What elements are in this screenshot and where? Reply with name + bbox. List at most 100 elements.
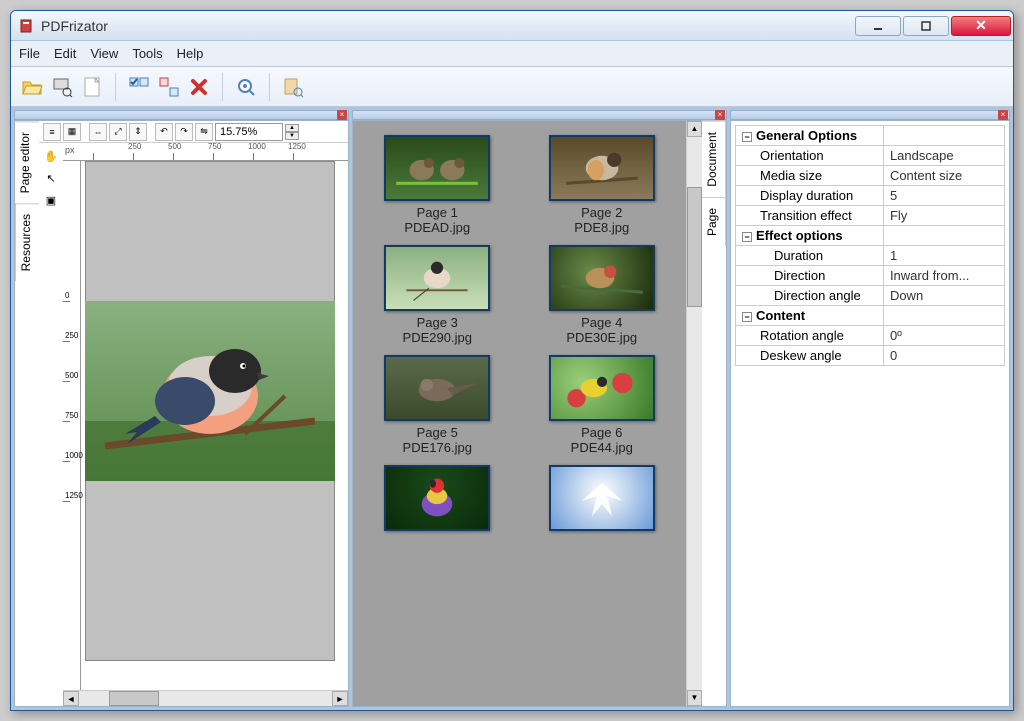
canvas-image[interactable]	[85, 301, 335, 481]
thumbnail-1[interactable]: Page 1 PDEAD.jpg	[384, 135, 490, 235]
zoom-input[interactable]	[215, 123, 283, 141]
mid-sidetabs: Document Page	[702, 121, 726, 706]
prop-rot-val[interactable]: 0º	[883, 326, 1004, 346]
prop-deskew-val[interactable]: 0	[883, 346, 1004, 366]
select-all-button[interactable]	[126, 74, 152, 100]
close-panel-icon[interactable]: ×	[715, 110, 725, 120]
properties-panel: × −General Options OrientationLandscape …	[730, 110, 1010, 707]
page-editor-panel: × Page editor Resources ≡ ▦ ⇔ ⤢ ⇕ ↶	[14, 110, 349, 707]
menu-edit[interactable]: Edit	[54, 46, 76, 61]
titlebar[interactable]: PDFrizator ✕	[11, 11, 1013, 41]
thumbnail-8[interactable]	[549, 465, 655, 535]
editor-tool-2[interactable]: ▦	[63, 123, 81, 141]
properties-table: −General Options OrientationLandscape Me…	[735, 125, 1005, 366]
collapse-icon[interactable]: −	[742, 312, 752, 322]
editor-area: ≡ ▦ ⇔ ⤢ ⇕ ↶ ↷ ⇋ ▲▼	[39, 121, 348, 706]
rotate-left-button[interactable]: ↶	[155, 123, 173, 141]
prop-dur-val[interactable]: 1	[883, 246, 1004, 266]
preview-button[interactable]	[233, 74, 259, 100]
prop-dir-key: Direction	[736, 266, 884, 286]
left-sidetabs: Page editor Resources	[15, 121, 39, 706]
zoom-spinner[interactable]: ▲▼	[285, 124, 299, 140]
editor-toolbar: ≡ ▦ ⇔ ⤢ ⇕ ↶ ↷ ⇋ ▲▼	[39, 121, 348, 143]
panel-header[interactable]: ×	[352, 110, 727, 120]
collapse-icon[interactable]: −	[742, 232, 752, 242]
deselect-button[interactable]	[156, 74, 182, 100]
prop-mediasize-val[interactable]: Content size	[883, 166, 1004, 186]
thumbnail-2[interactable]: Page 2 PDE8.jpg	[549, 135, 655, 235]
tab-page-editor[interactable]: Page editor	[15, 121, 39, 203]
ruler-vertical: 0 250 500 750 1000 1250	[63, 161, 81, 690]
prop-rot-key: Rotation angle	[736, 326, 884, 346]
prop-dur-key: Duration	[736, 246, 884, 266]
tab-document[interactable]: Document	[702, 121, 726, 197]
titlebar-title: PDFrizator	[41, 18, 108, 34]
flip-button[interactable]: ⇋	[195, 123, 213, 141]
open-folder-button[interactable]	[19, 74, 45, 100]
main-toolbar	[11, 67, 1013, 107]
scroll-up-icon[interactable]: ▲	[687, 121, 702, 137]
thumbnail-4[interactable]: Page 4 PDE30E.jpg	[549, 245, 655, 345]
delete-button[interactable]	[186, 74, 212, 100]
thumbnail-3[interactable]: Page 3 PDE290.jpg	[384, 245, 490, 345]
editor-left-tools: ✋ ↖ ▣	[39, 143, 63, 706]
rotate-right-button[interactable]: ↷	[175, 123, 193, 141]
prop-dispdur-key: Display duration	[736, 186, 884, 206]
menu-view[interactable]: View	[90, 46, 118, 61]
close-panel-icon[interactable]: ×	[998, 110, 1008, 120]
menu-tools[interactable]: Tools	[132, 46, 162, 61]
menu-file[interactable]: File	[19, 46, 40, 61]
hscroll[interactable]: ◄ ►	[63, 690, 348, 706]
prop-dirang-val[interactable]: Down	[883, 286, 1004, 306]
prop-orientation-val[interactable]: Landscape	[883, 146, 1004, 166]
editor-tool-1[interactable]: ≡	[43, 123, 61, 141]
menubar: File Edit View Tools Help	[11, 41, 1013, 67]
fit-width-button[interactable]: ⇔	[89, 123, 107, 141]
prop-orientation-key: Orientation	[736, 146, 884, 166]
ruler-horizontal: px 250 500 750 1000 1250	[63, 143, 348, 161]
crop-tool-icon[interactable]: ▣	[42, 191, 60, 209]
scan-button[interactable]	[49, 74, 75, 100]
content-area: × Page editor Resources ≡ ▦ ⇔ ⤢ ⇕ ↶	[11, 107, 1013, 710]
tab-page[interactable]: Page	[702, 197, 726, 246]
tab-resources[interactable]: Resources	[15, 203, 39, 281]
toolbar-separator	[115, 73, 116, 101]
thumbnail-7[interactable]	[384, 465, 490, 535]
collapse-icon[interactable]: −	[742, 132, 752, 142]
minimize-button[interactable]	[855, 16, 901, 36]
panel-header[interactable]: ×	[730, 110, 1010, 120]
prop-dispdur-val[interactable]: 5	[883, 186, 1004, 206]
fit-page-button[interactable]: ⤢	[109, 123, 127, 141]
pointer-tool-icon[interactable]: ↖	[42, 169, 60, 187]
group-content[interactable]: −Content	[736, 306, 884, 326]
hscroll-thumb[interactable]	[109, 691, 159, 706]
close-button[interactable]: ✕	[951, 16, 1011, 36]
menu-help[interactable]: Help	[177, 46, 204, 61]
prop-dir-val[interactable]: Inward from...	[883, 266, 1004, 286]
toolbar-separator	[269, 73, 270, 101]
thumbnail-6[interactable]: Page 6 PDE44.jpg	[549, 355, 655, 455]
thumbnails-panel: × Page 1 PDEAD.jpg Page 2 PDE8.jpg	[352, 110, 727, 707]
group-general[interactable]: −General Options	[736, 126, 884, 146]
scroll-down-icon[interactable]: ▼	[687, 690, 702, 706]
prop-trans-val[interactable]: Fly	[883, 206, 1004, 226]
scroll-right-icon[interactable]: ►	[332, 691, 348, 706]
app-window: PDFrizator ✕ File Edit View Tools Help ×	[10, 10, 1014, 711]
hand-tool-icon[interactable]: ✋	[42, 147, 60, 165]
prop-mediasize-key: Media size	[736, 166, 884, 186]
maximize-button[interactable]	[903, 16, 949, 36]
fit-height-button[interactable]: ⇕	[129, 123, 147, 141]
canvas[interactable]	[81, 161, 348, 690]
scroll-left-icon[interactable]: ◄	[63, 691, 79, 706]
thumbnail-5[interactable]: Page 5 PDE176.jpg	[384, 355, 490, 455]
group-effect[interactable]: −Effect options	[736, 226, 884, 246]
app-icon	[19, 18, 35, 34]
thumbnails-area[interactable]: Page 1 PDEAD.jpg Page 2 PDE8.jpg Page 3 …	[353, 121, 686, 706]
vscroll[interactable]: ▲ ▼	[686, 121, 702, 706]
panel-header[interactable]: ×	[14, 110, 349, 120]
export-button[interactable]	[280, 74, 306, 100]
vscroll-thumb[interactable]	[687, 187, 702, 307]
window-buttons: ✕	[853, 16, 1011, 36]
new-page-button[interactable]	[79, 74, 105, 100]
close-panel-icon[interactable]: ×	[337, 110, 347, 120]
